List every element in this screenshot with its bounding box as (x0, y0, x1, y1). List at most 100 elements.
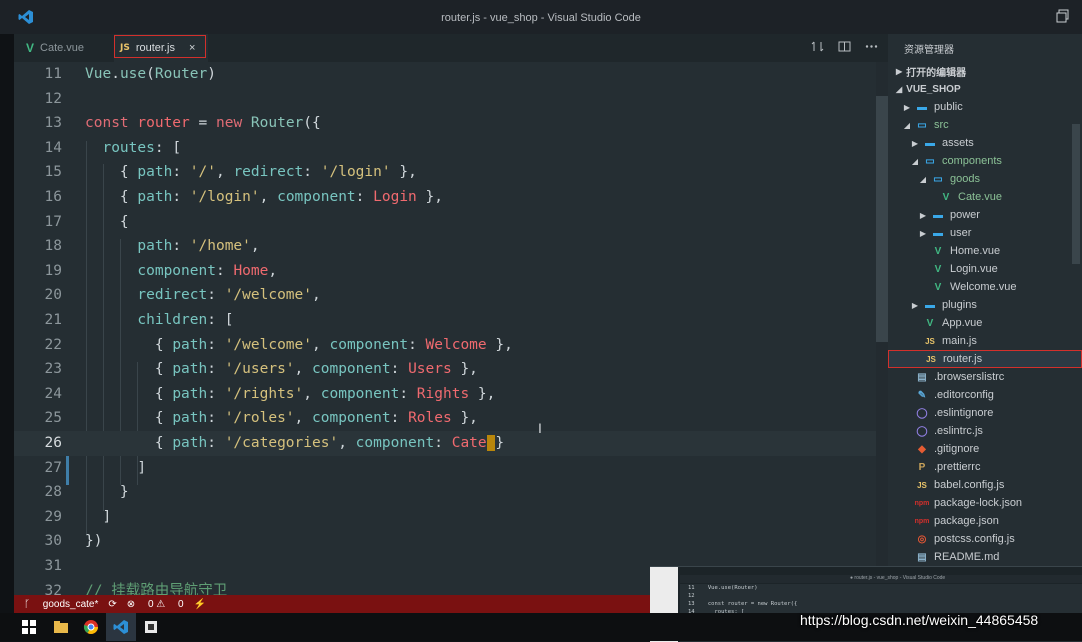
preview-code-line: 12 (688, 593, 695, 599)
code-token: // 挂载路由导航守卫 (85, 582, 228, 595)
code-editor[interactable]: 11 Vue.use(Router) 12 13 const router = new … (14, 62, 876, 595)
code-token: Vue (85, 66, 112, 82)
tree-item[interactable]: ▶ ▬ plugins (888, 296, 1082, 314)
tree-item[interactable]: V Welcome.vue (888, 278, 1082, 296)
code-line[interactable]: 18 path: '/home', (14, 234, 876, 259)
open-changes-icon[interactable] (811, 40, 824, 53)
tree-item[interactable]: V Home.vue (888, 242, 1082, 260)
editor-scroll-thumb[interactable] (876, 96, 888, 342)
chevron-right-icon: ▶ (911, 300, 919, 310)
tab-highlight-box (114, 35, 206, 58)
file-explorer-icon[interactable] (46, 613, 76, 641)
vue-icon: V (26, 41, 35, 55)
tree-item[interactable]: ▶ ▬ public (888, 98, 1082, 116)
tree-item[interactable]: ▶ ▬ assets (888, 134, 1082, 152)
code-token: , (294, 361, 313, 378)
code-text: redirect: '/welcome', (85, 283, 320, 308)
tree-item[interactable]: ✎ .editorconfig (888, 386, 1082, 404)
tree-item[interactable]: npm package-lock.json (888, 494, 1082, 512)
code-line[interactable]: 19 component: Home, (14, 259, 876, 284)
code-token: }, (416, 189, 443, 205)
code-line[interactable]: 16 { path: '/login', component: Login }, (14, 185, 876, 210)
tree-item[interactable]: ▤ .browserslistrc (888, 368, 1082, 386)
tree-item[interactable]: ◆ .gitignore (888, 440, 1082, 458)
tree-item[interactable]: P .prettierrc (888, 458, 1082, 476)
vscode-taskbar-icon[interactable] (106, 613, 136, 641)
code-token: }, (451, 410, 478, 427)
code-line[interactable]: 20 redirect: '/welcome', (14, 283, 876, 308)
bolt-icon[interactable]: ⚡ (194, 599, 206, 610)
tree-item[interactable]: ◢ ▭ components (888, 152, 1082, 170)
code-line[interactable]: 15 { path: '/', redirect: '/login' }, (14, 160, 876, 185)
chrome-icon[interactable] (76, 613, 106, 641)
tree-item[interactable]: ▶ ▬ power (888, 206, 1082, 224)
chevron-down-icon: ◢ (919, 174, 927, 184)
folder-icon: ▬ (933, 227, 943, 239)
code-line[interactable]: 25 { path: '/roles', component: Roles }, (14, 406, 876, 431)
tree-item-label: Home.vue (950, 245, 1001, 257)
eslint-icon: ◯ (916, 425, 928, 437)
restore-window-icon[interactable] (1056, 9, 1070, 23)
windows-start-icon[interactable] (14, 613, 44, 641)
tree-item[interactable]: JS main.js (888, 332, 1082, 350)
tab-cate-vue[interactable]: V Cate.vue (20, 34, 112, 62)
tree-item[interactable]: npm package.json (888, 512, 1082, 530)
tree-item-label: postcss.config.js (934, 533, 1015, 545)
app-taskbar-icon[interactable] (136, 613, 166, 641)
code-line[interactable]: 24 { path: '/rights', component: Rights … (14, 382, 876, 407)
explorer-scrollbar[interactable] (1072, 124, 1080, 264)
tree-item-label: router.js (943, 353, 983, 365)
tree-item[interactable]: ▶ ▬ user (888, 224, 1082, 242)
preview-code-line: 13 const router = new Router({ (688, 601, 798, 607)
code-line[interactable]: 28 } (14, 480, 876, 505)
problems-indicator[interactable]: ⊗ 0 ⚠ 0 (127, 599, 184, 610)
js-icon: JS (925, 336, 935, 346)
split-editor-icon[interactable] (838, 40, 851, 53)
tab-router-js[interactable]: JS router.js × (114, 34, 208, 62)
tree-item[interactable]: ▤ README.md (888, 548, 1082, 566)
line-number: 32 (44, 582, 62, 595)
code-line[interactable]: 11 Vue.use(Router) (14, 62, 876, 87)
tree-item[interactable]: JS router.js (888, 350, 1082, 368)
tree-item[interactable]: V App.vue (888, 314, 1082, 332)
code-line[interactable]: 27 ] (14, 456, 876, 481)
code-token: component (329, 336, 409, 353)
file-icon: ▤ (917, 551, 927, 563)
sync-icon[interactable]: ⟳ (108, 599, 116, 610)
code-line[interactable]: 22 { path: '/welcome', component: Welcom… (14, 333, 876, 358)
file-icon: ▤ (917, 371, 927, 383)
folder-icon: ▬ (925, 299, 935, 311)
code-line[interactable]: 26 { path: '/categories', component: Cat… (14, 431, 876, 456)
tree-item[interactable]: ◢ ▭ goods (888, 170, 1082, 188)
code-token: : (207, 287, 225, 304)
project-section[interactable]: ◢ VUE_SHOP (888, 80, 1082, 98)
code-line[interactable]: 30}) (14, 529, 876, 554)
line-number: 11 (44, 66, 62, 82)
code-token: Cate (451, 435, 487, 451)
code-line[interactable]: 21 children: [ (14, 308, 876, 333)
tree-item[interactable]: ◯ .eslintrc.js (888, 422, 1082, 440)
code-line[interactable]: 13 const router = new Router({ (14, 111, 876, 136)
git-branch[interactable]: ᚴ goods_cate* (24, 599, 98, 610)
tree-item[interactable]: ◯ .eslintignore (888, 404, 1082, 422)
code-token: path (137, 189, 173, 205)
code-line[interactable]: 17 { (14, 210, 876, 235)
code-line[interactable]: 12 (14, 87, 876, 112)
code-line[interactable]: 29 ] (14, 505, 876, 530)
chevron-right-icon: ▶ (911, 138, 919, 148)
tree-item-label: .editorconfig (934, 389, 994, 401)
tree-item[interactable]: JS babel.config.js (888, 476, 1082, 494)
open-editors-section[interactable]: ▶ 打开的编辑器 (888, 62, 1082, 80)
tree-item[interactable]: V Login.vue (888, 260, 1082, 278)
tree-item[interactable]: ◢ ▭ src (888, 116, 1082, 134)
tree-item[interactable]: V Cate.vue (888, 188, 1082, 206)
code-token: path (137, 164, 173, 181)
code-line[interactable]: 23 { path: '/users', component: Users }, (14, 357, 876, 382)
code-token: { (85, 213, 129, 230)
tree-item-label: public (934, 101, 963, 113)
code-line[interactable]: 14 routes: [ (14, 136, 876, 161)
tree-item[interactable]: ◎ postcss.config.js (888, 530, 1082, 548)
more-actions-icon[interactable] (865, 40, 878, 53)
code-text: { path: '/welcome', component: Welcome }… (85, 333, 513, 358)
